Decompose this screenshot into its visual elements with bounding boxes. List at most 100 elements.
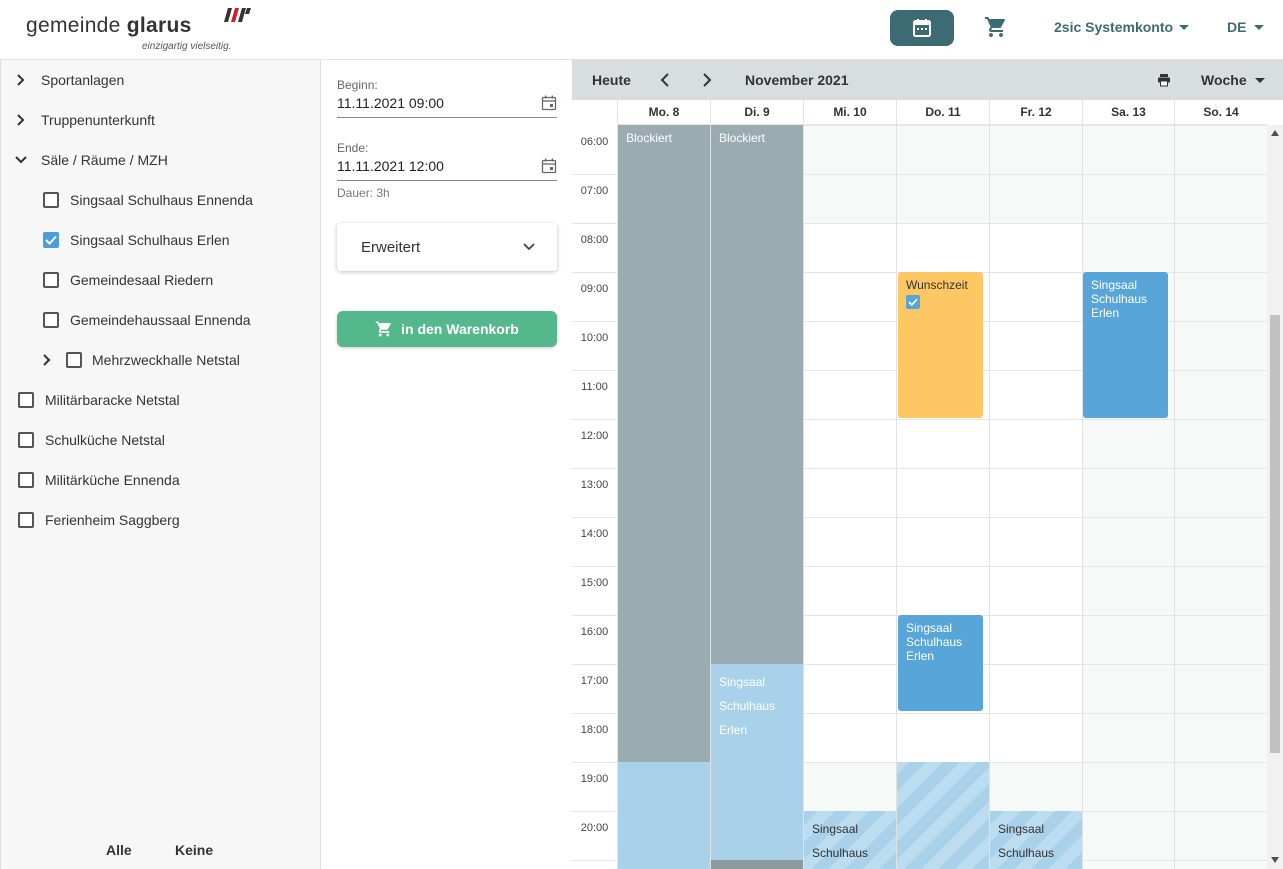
checkbox-checked[interactable] bbox=[43, 232, 59, 248]
hour-label: 07:00 bbox=[580, 185, 609, 197]
language-menu[interactable]: DE bbox=[1227, 19, 1265, 35]
tree-item-gemeindehaussaal-ennenda[interactable]: Gemeindehaussaal Ennenda bbox=[43, 308, 251, 332]
tree-item-sportanlagen[interactable]: Sportanlagen bbox=[13, 68, 124, 92]
tree-item-singsaal-ennenda[interactable]: Singsaal Schulhaus Ennenda bbox=[43, 188, 253, 212]
scroll-up-icon[interactable] bbox=[1271, 130, 1279, 136]
calendar-view-button[interactable] bbox=[890, 10, 954, 46]
event-booking[interactable]: Singsaal Schulhaus Erlen bbox=[711, 664, 803, 861]
end-label: Ende: bbox=[337, 141, 369, 155]
hour-label: 12:00 bbox=[580, 430, 609, 442]
day-header[interactable]: Sa. 13 bbox=[1082, 100, 1174, 125]
tree-item-mehrzweckhalle-netstal[interactable]: Mehrzweckhalle Netstal bbox=[39, 348, 240, 372]
date-picker-icon[interactable] bbox=[541, 158, 557, 174]
tree-item-ferienheim-saggberg[interactable]: Ferienheim Saggberg bbox=[18, 508, 180, 532]
check-icon bbox=[45, 235, 57, 245]
checkbox[interactable] bbox=[43, 312, 59, 328]
chevron-right-icon[interactable] bbox=[13, 112, 29, 128]
scroll-down-icon[interactable] bbox=[1271, 857, 1279, 863]
event-title-line: Singsaal bbox=[998, 822, 1045, 836]
tree-item-label: Mehrzweckhalle Netstal bbox=[92, 352, 240, 368]
chevron-right-icon[interactable] bbox=[698, 72, 714, 88]
event-blocked[interactable]: Blockiert bbox=[711, 125, 803, 664]
chevron-left-icon[interactable] bbox=[658, 72, 674, 88]
checkbox[interactable] bbox=[43, 192, 59, 208]
caret-down-icon bbox=[1179, 24, 1190, 30]
tree-item-schulkueche-netstal[interactable]: Schulküche Netstal bbox=[18, 428, 165, 452]
event-booking[interactable]: Singsaal Schulhaus bbox=[990, 811, 1082, 869]
checkbox[interactable] bbox=[18, 472, 34, 488]
logo-tagline: einzigartig vielseitig. bbox=[142, 41, 232, 52]
event-booking[interactable]: Singsaal Schulhaus Erlen bbox=[1083, 272, 1168, 418]
day-header[interactable]: Mi. 10 bbox=[803, 100, 896, 125]
event-title: Blockiert bbox=[719, 131, 766, 145]
begin-field[interactable]: Beginn: 11.11.2021 09:00 bbox=[337, 78, 557, 118]
event-title-line: Singsaal bbox=[1091, 278, 1138, 292]
cart-button[interactable] bbox=[984, 15, 1008, 39]
tree-item-gemeindesaal-riedern[interactable]: Gemeindesaal Riedern bbox=[43, 268, 213, 292]
tree-item-singsaal-erlen[interactable]: Singsaal Schulhaus Erlen bbox=[43, 228, 230, 252]
event-booking[interactable] bbox=[618, 762, 710, 869]
tree-item-truppenunterkunft[interactable]: Truppenunterkunft bbox=[13, 108, 155, 132]
date-picker-icon[interactable] bbox=[541, 95, 557, 111]
tree-item-label: Gemeindesaal Riedern bbox=[70, 272, 214, 288]
event-title-line: Erlen bbox=[1091, 306, 1120, 320]
tree-item-saele-raeume[interactable]: Säle / Räume / MZH bbox=[13, 148, 168, 172]
checkbox[interactable] bbox=[18, 392, 34, 408]
tree-item-label: Schulküche Netstal bbox=[45, 432, 165, 448]
app-header: gemeinde glarus einzigartig vielseitig. … bbox=[0, 0, 1283, 60]
day-header[interactable]: Di. 9 bbox=[710, 100, 803, 125]
event-striped[interactable] bbox=[897, 762, 989, 869]
booking-form: Beginn: 11.11.2021 09:00 Ende: 11.11.202… bbox=[321, 60, 572, 869]
tree-item-label: Singsaal Schulhaus Ennenda bbox=[70, 192, 253, 208]
time-grid[interactable]: 06:00 07:00 08:00 09:00 10:00 11:00 12:0… bbox=[572, 125, 1267, 869]
checkbox[interactable] bbox=[18, 512, 34, 528]
today-button[interactable]: Heute bbox=[592, 72, 631, 88]
cart-icon bbox=[985, 17, 1005, 37]
chevron-right-icon[interactable] bbox=[39, 352, 55, 368]
account-menu[interactable]: 2sic Systemkonto bbox=[1054, 19, 1190, 35]
resource-sidebar: Sportanlagen Truppenunterkunft Säle / Rä… bbox=[0, 60, 321, 869]
select-none-button[interactable]: Keine bbox=[175, 842, 213, 858]
chevron-right-icon[interactable] bbox=[13, 72, 29, 88]
event-title-line: Erlen bbox=[719, 723, 748, 737]
view-selector[interactable]: Woche bbox=[1201, 72, 1265, 88]
event-title: Wunschzeit bbox=[906, 278, 968, 292]
hour-label: 09:00 bbox=[580, 283, 609, 295]
event-title: Blockiert bbox=[626, 131, 673, 145]
end-value[interactable]: 11.11.2021 12:00 bbox=[337, 158, 444, 174]
day-header[interactable]: Fr. 12 bbox=[989, 100, 1082, 125]
event-title-line: Singsaal bbox=[906, 621, 953, 635]
hour-label: 15:00 bbox=[580, 577, 609, 589]
select-all-button[interactable]: Alle bbox=[106, 842, 132, 858]
calendar-scrollbar[interactable] bbox=[1267, 125, 1283, 869]
tree-item-label: Sportanlagen bbox=[41, 72, 125, 88]
tree-item-militaerbaracke-netstal[interactable]: Militärbaracke Netstal bbox=[18, 388, 180, 412]
event-blocked[interactable] bbox=[711, 860, 803, 869]
event-title-line: Schulhaus bbox=[1091, 292, 1148, 306]
chevron-down-icon[interactable] bbox=[13, 152, 29, 168]
scrollbar-thumb[interactable] bbox=[1270, 315, 1280, 753]
event-blocked[interactable]: Blockiert bbox=[618, 125, 710, 762]
add-to-cart-button[interactable]: in den Warenkorb bbox=[337, 311, 557, 347]
checkbox[interactable] bbox=[18, 432, 34, 448]
begin-value[interactable]: 11.11.2021 09:00 bbox=[337, 95, 444, 111]
day-header[interactable]: Do. 11 bbox=[896, 100, 989, 125]
event-booking[interactable]: Singsaal Schulhaus Erlen bbox=[898, 615, 983, 711]
end-field[interactable]: Ende: 11.11.2021 12:00 bbox=[337, 141, 557, 181]
check-icon[interactable] bbox=[906, 295, 920, 309]
event-title-line: Erlen bbox=[906, 649, 935, 663]
event-title-line: Singsaal bbox=[812, 822, 859, 836]
add-to-cart-label: in den Warenkorb bbox=[401, 321, 519, 337]
checkbox[interactable] bbox=[43, 272, 59, 288]
day-header[interactable]: Mo. 8 bbox=[617, 100, 710, 125]
advanced-expander[interactable]: Erweitert bbox=[337, 223, 557, 271]
tree-item-militaerkueche-ennenda[interactable]: Militärküche Ennenda bbox=[18, 468, 180, 492]
hour-label: 18:00 bbox=[580, 724, 609, 736]
event-booking[interactable]: Singsaal Schulhaus bbox=[804, 811, 896, 869]
event-wish-time[interactable]: Wunschzeit bbox=[898, 272, 983, 418]
print-icon[interactable] bbox=[1157, 73, 1171, 87]
day-header[interactable]: So. 14 bbox=[1174, 100, 1267, 125]
checkbox[interactable] bbox=[66, 352, 82, 368]
gemeinde-glarus-logo[interactable]: gemeinde glarus einzigartig vielseitig. bbox=[26, 4, 266, 56]
begin-label: Beginn: bbox=[337, 78, 378, 92]
